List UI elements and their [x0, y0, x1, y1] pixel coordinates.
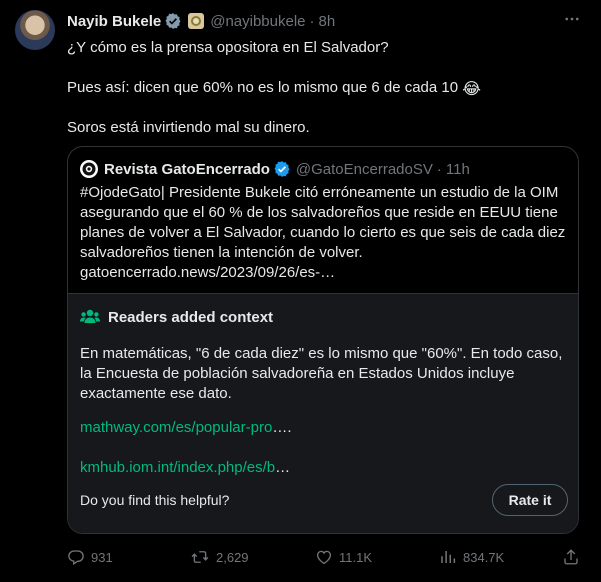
- reply-icon: [68, 550, 84, 566]
- reply-count: 931: [91, 549, 113, 565]
- quote-author-name[interactable]: Revista GatoEncerrado: [104, 161, 270, 178]
- tweet-line: ¿Y cómo es la prensa opositora en El Sal…: [67, 39, 389, 56]
- quoted-tweet[interactable]: Revista GatoEncerrado @GatoEncerradoSV ·…: [67, 146, 579, 534]
- post-time[interactable]: 8h: [319, 13, 336, 30]
- note-link-2[interactable]: kmhub.iom.int/index.php/es/b…: [80, 458, 290, 478]
- rate-it-button[interactable]: Rate it: [492, 484, 568, 516]
- community-note: Readers added context En matemáticas, "6…: [68, 293, 578, 533]
- like-count: 11.1K: [339, 549, 373, 565]
- like-button[interactable]: 11.1K: [315, 548, 372, 566]
- views-icon: [441, 551, 456, 563]
- readers-context-icon: [80, 309, 100, 323]
- laughing-emoji-icon: 😂: [462, 81, 481, 98]
- more-icon[interactable]: [561, 9, 583, 29]
- link-text[interactable]: mathway.com/es/popular-pro: [80, 419, 272, 436]
- like-icon: [316, 550, 332, 565]
- note-link-1[interactable]: mathway.com/es/popular-pro….: [80, 418, 291, 438]
- quote-time[interactable]: 11h: [446, 161, 470, 178]
- reply-button[interactable]: 931: [67, 548, 113, 566]
- separator: ·: [309, 12, 315, 30]
- tweet-line: Soros está invirtiendo mal su dinero.: [67, 119, 310, 136]
- gatoencerrado-logo-icon[interactable]: [80, 160, 98, 178]
- views-button[interactable]: 834.7K: [439, 548, 504, 566]
- author-handle[interactable]: @nayibbukele: [210, 13, 305, 30]
- separator: ·: [436, 160, 442, 178]
- tweet-line: Pues así: dicen que 60% no es lo mismo q…: [67, 78, 587, 98]
- affiliate-badge-icon[interactable]: [187, 12, 205, 30]
- link-suffix: …: [275, 459, 291, 476]
- verified-badge-icon[interactable]: [164, 12, 182, 30]
- note-title: Readers added context: [108, 308, 274, 326]
- helpful-question: Do you find this helpful?: [80, 492, 230, 508]
- note-header: Readers added context: [80, 308, 273, 326]
- quote-text: #OjodeGato| Presidente Bukele citó errón…: [80, 184, 566, 281]
- tweet-line-text: Pues así: dicen que 60% no es lo mismo q…: [67, 79, 459, 96]
- share-button[interactable]: [562, 548, 586, 566]
- tweet-header: Nayib Bukele @nayibbukele · 8h: [67, 11, 335, 31]
- repost-count: 2,629: [216, 549, 249, 565]
- quote-header: Revista GatoEncerrado @GatoEncerradoSV ·…: [80, 159, 470, 179]
- verified-badge-icon[interactable]: [273, 160, 291, 178]
- tweet-text: ¿Y cómo es la prensa opositora en El Sal…: [67, 38, 587, 138]
- note-body: En matemáticas, "6 de cada diez" es lo m…: [80, 345, 563, 402]
- repost-button[interactable]: 2,629: [190, 548, 249, 566]
- avatar[interactable]: [15, 10, 55, 50]
- action-bar: 931 2,629 11.1K 834.7K: [0, 548, 601, 572]
- link-text[interactable]: kmhub.iom.int/index.php/es/b: [80, 459, 275, 476]
- share-icon: [564, 549, 578, 565]
- link-suffix: ….: [272, 419, 292, 436]
- author-name[interactable]: Nayib Bukele: [67, 13, 161, 30]
- quote-author-handle[interactable]: @GatoEncerradoSV: [296, 161, 433, 178]
- views-count: 834.7K: [463, 549, 505, 565]
- repost-icon: [191, 551, 209, 563]
